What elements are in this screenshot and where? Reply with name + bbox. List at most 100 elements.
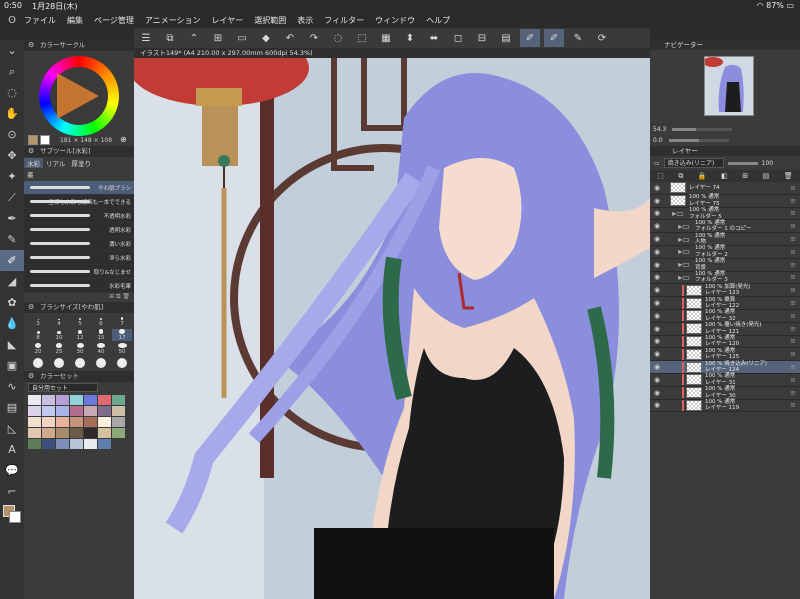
color-chip[interactable] xyxy=(70,406,83,416)
deselect-icon[interactable]: ⬚ xyxy=(352,29,372,47)
layer-row[interactable]: ◉ 100 % 覆い焼き(発光) レイヤー 121 ≡ xyxy=(650,322,800,336)
visibility-eye-icon[interactable]: ◉ xyxy=(650,273,664,281)
menu-toggle-icon[interactable]: ☰ xyxy=(136,29,156,47)
color-chip[interactable] xyxy=(98,417,111,427)
correction-icon[interactable]: ⌐ xyxy=(0,481,24,502)
brush-size-option[interactable] xyxy=(70,357,90,369)
color-chip[interactable] xyxy=(42,439,55,449)
reference-icon[interactable]: ⧉ xyxy=(678,172,683,181)
layer-drag-handle-icon[interactable]: ≡ xyxy=(790,273,796,281)
invert-selection-icon[interactable]: ▦ xyxy=(376,29,396,47)
figure-icon[interactable]: ✿ xyxy=(0,292,24,313)
brush-item[interactable]: やわ肌ブラシ xyxy=(24,181,134,195)
folder-icon[interactable]: ▸▭ xyxy=(676,247,692,256)
layer-drag-handle-icon[interactable]: ≡ xyxy=(790,248,796,256)
color-chip[interactable] xyxy=(98,395,111,405)
gallery-icon[interactable]: ⊞ xyxy=(208,29,228,47)
folder-icon[interactable]: ▸▭ xyxy=(670,209,686,218)
brush-item[interactable]: 不透明水彩 xyxy=(24,209,134,223)
layer-row[interactable]: ◉ レイヤー 74 ≡ xyxy=(650,182,800,195)
layer-row[interactable]: ◉ ▸▭ 100 % 通常 フォルダー 2 ≡ xyxy=(650,245,800,259)
color-chip[interactable] xyxy=(98,428,111,438)
flip-icon[interactable]: ⬌ xyxy=(424,29,444,47)
pen-snap-icon[interactable]: ✐ xyxy=(520,29,540,47)
save-icon[interactable]: ◆ xyxy=(256,29,276,47)
menu-filter[interactable]: フィルター xyxy=(324,15,364,26)
brush-size-option[interactable]: 6 xyxy=(91,315,111,327)
blend-mode-select[interactable]: 焼き込み(リニア) xyxy=(663,158,724,168)
canvas[interactable] xyxy=(134,58,650,599)
color-chip[interactable] xyxy=(70,428,83,438)
visibility-eye-icon[interactable]: ◉ xyxy=(650,235,664,243)
magic-wand-icon[interactable]: ✦ xyxy=(0,166,24,187)
tab-ink[interactable]: 墨 xyxy=(27,171,34,179)
menu-edit[interactable]: 編集 xyxy=(67,15,83,26)
delete-layer-icon[interactable]: 🗑 xyxy=(784,172,793,180)
snap-icon[interactable]: ▤ xyxy=(496,29,516,47)
color-chip[interactable] xyxy=(28,439,41,449)
brush-size-option[interactable]: 7 xyxy=(112,315,132,327)
add-subtool-icon[interactable]: ⊞ xyxy=(109,293,114,300)
pencil-icon[interactable]: ✎ xyxy=(0,229,24,250)
layer-row[interactable]: ◉ ▸▭ 100 % 通常 フォルダー 5 ≡ xyxy=(650,207,800,221)
gear-icon[interactable]: ⚙ xyxy=(28,302,34,313)
transform-icon[interactable]: ⬍ xyxy=(400,29,420,47)
layer-drag-handle-icon[interactable]: ≡ xyxy=(790,363,796,371)
brush-item[interactable]: 透明水彩 xyxy=(24,223,134,237)
visibility-eye-icon[interactable]: ◉ xyxy=(650,209,664,217)
visibility-eye-icon[interactable]: ◉ xyxy=(650,299,664,307)
brush-size-option[interactable]: 3 xyxy=(28,315,48,327)
zoom-value[interactable]: 54.3 xyxy=(653,126,666,133)
brush-size-option[interactable]: 10 xyxy=(49,329,69,341)
brush-item[interactable]: 水彩毛筆 xyxy=(24,279,134,293)
visibility-eye-icon[interactable]: ◉ xyxy=(650,197,664,205)
color-chip[interactable] xyxy=(42,406,55,416)
menu-help[interactable]: ヘルプ xyxy=(426,15,450,26)
navigator-preview[interactable] xyxy=(650,50,800,124)
tab-real[interactable]: リアル xyxy=(43,158,68,168)
brush-icon[interactable]: ✐ xyxy=(0,250,24,271)
layer-row[interactable]: ◉ 100 % 通常 レイヤー 31 ≡ xyxy=(650,373,800,387)
gradient-icon[interactable]: ▣ xyxy=(0,355,24,376)
visibility-eye-icon[interactable]: ◉ xyxy=(650,222,664,230)
layer-row[interactable]: ◉ ▸▭ 100 % 通常 フォルダー 3 ≡ xyxy=(650,271,800,285)
color-circle[interactable]: 181 × 148 × 108 ⊕ xyxy=(24,51,134,146)
layer-drag-handle-icon[interactable]: ≡ xyxy=(790,184,796,192)
layer-drag-handle-icon[interactable]: ≡ xyxy=(790,325,796,333)
edit-icon[interactable]: ✎ xyxy=(568,29,588,47)
visibility-eye-icon[interactable]: ◉ xyxy=(650,401,664,409)
menu-file[interactable]: ファイル xyxy=(24,15,56,26)
layer-row[interactable]: ◉ 100 % 通常 レイヤー 120 ≡ xyxy=(650,335,800,349)
color-chip[interactable] xyxy=(56,406,69,416)
layer-drag-handle-icon[interactable]: ≡ xyxy=(790,209,796,217)
mask-icon[interactable]: ◧ xyxy=(721,172,728,180)
visibility-eye-icon[interactable]: ◉ xyxy=(650,389,664,397)
saturation-triangle[interactable] xyxy=(57,73,99,119)
opacity-slider[interactable] xyxy=(727,161,758,165)
menu-page[interactable]: ページ管理 xyxy=(94,15,134,26)
brush-size-option[interactable] xyxy=(49,357,69,369)
canvas-tab[interactable]: イラスト149* (A4 210.00 x 297.00mm 600dpi 54… xyxy=(134,48,650,58)
clip-icon[interactable]: ⬚ xyxy=(657,172,664,180)
color-chip[interactable] xyxy=(84,439,97,449)
colorset-select[interactable]: 自分用セット xyxy=(28,383,98,392)
curve-icon[interactable]: ∿ xyxy=(0,376,24,397)
color-chip[interactable] xyxy=(56,417,69,427)
color-chip[interactable] xyxy=(70,395,83,405)
menu-window[interactable]: ウィンドウ xyxy=(375,15,415,26)
color-chip[interactable] xyxy=(28,428,41,438)
new-folder-icon[interactable]: ▤ xyxy=(763,172,770,180)
folder-icon[interactable]: ▸▭ xyxy=(676,222,692,231)
brush-size-option[interactable]: 20 xyxy=(28,343,48,355)
tab-thick-paint[interactable]: 厚塗り xyxy=(68,158,94,168)
gear-icon[interactable]: ⚙ xyxy=(28,40,34,51)
gear-icon[interactable]: ⚙ xyxy=(28,371,34,382)
layer-row[interactable]: ◉ 100 % 通常 レイヤー 125 ≡ xyxy=(650,348,800,362)
color-chip[interactable] xyxy=(112,428,125,438)
delete-subtool-icon[interactable]: 🗑 xyxy=(122,293,130,300)
layer-property-icon[interactable]: ▭ xyxy=(654,160,660,167)
color-chip[interactable] xyxy=(84,406,97,416)
layer-drag-handle-icon[interactable]: ≡ xyxy=(790,299,796,307)
app-logo-icon[interactable]: ʘ xyxy=(0,15,24,26)
brush-size-option[interactable] xyxy=(28,357,48,369)
